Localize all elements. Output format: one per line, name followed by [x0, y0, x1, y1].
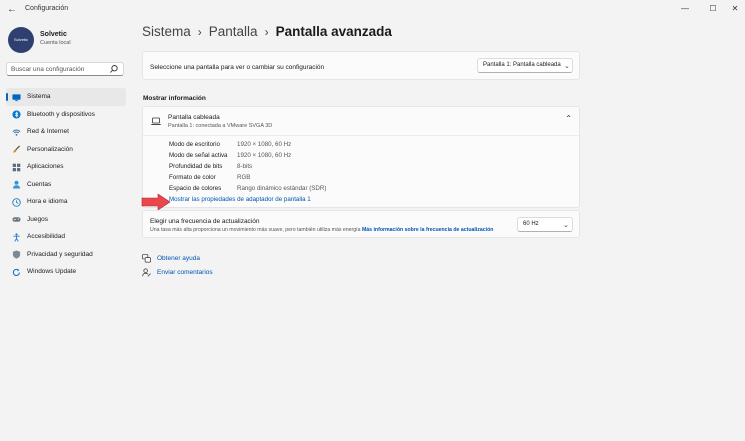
- refresh-rate-title: Elegir una frecuencia de actualización: [150, 218, 260, 225]
- brush-icon: [13, 145, 21, 153]
- info-key: Modo de escritorio: [169, 141, 220, 148]
- update-icon: [12, 268, 21, 276]
- sidebar-item-windows-update[interactable]: Windows Update: [6, 263, 126, 281]
- info-key: Formato de color: [169, 174, 216, 181]
- info-value: 8-bits: [237, 163, 253, 170]
- display-select-card: Seleccione una pantalla para ver o cambi…: [142, 51, 580, 80]
- chevron-down-icon: ⌄: [563, 222, 569, 229]
- bluetooth-icon: [12, 110, 21, 119]
- info-key: Espacio de colores: [169, 185, 222, 192]
- info-key: Profundidad de bits: [169, 163, 223, 170]
- user-name: Solvetic: [40, 31, 67, 38]
- sidebar-item-label: Privacidad y seguridad: [27, 250, 93, 258]
- title-bar: ← Configuración — ☐ ✕: [0, 0, 745, 20]
- refresh-rate-card: Elegir una frecuencia de actualización U…: [142, 210, 580, 238]
- breadcrumb: Sistema › Pantalla › Pantalla avanzada: [142, 24, 392, 39]
- sidebar-item-label: Bluetooth y dispositivos: [27, 110, 95, 118]
- sidebar-item-red[interactable]: Red & Internet: [6, 123, 126, 141]
- feedback-icon: [142, 268, 151, 277]
- sidebar-item-personalizacion[interactable]: Personalización: [6, 141, 126, 159]
- search-icon[interactable]: [109, 64, 119, 74]
- monitor-icon: [12, 93, 21, 101]
- avatar[interactable]: Solvetic: [8, 27, 34, 53]
- sidebar-item-label: Sistema: [27, 93, 51, 100]
- sidebar-item-sistema[interactable]: Sistema: [6, 88, 126, 106]
- refresh-rate-value: 60 Hz: [523, 221, 539, 227]
- gamepad-icon: [12, 217, 21, 222]
- minimize-icon[interactable]: —: [677, 3, 693, 15]
- info-value: 1920 × 1080, 60 Hz: [237, 152, 292, 159]
- info-value: 1920 × 1080, 60 Hz: [237, 141, 292, 148]
- breadcrumb-pantalla[interactable]: Pantalla: [209, 24, 258, 39]
- wifi-icon: [12, 129, 21, 136]
- accessibility-icon: [13, 232, 20, 242]
- breadcrumb-sistema[interactable]: Sistema: [142, 24, 191, 39]
- display-title: Pantalla cableada: [168, 114, 220, 121]
- globe-clock-icon: [12, 197, 21, 207]
- chevron-up-icon[interactable]: ⌃: [565, 114, 572, 123]
- breadcrumb-separator: ›: [197, 25, 202, 39]
- sidebar-item-hora[interactable]: Hora e idioma: [6, 193, 126, 211]
- info-value: RGB: [237, 174, 251, 181]
- search-box[interactable]: [6, 62, 124, 76]
- sidebar-item-label: Hora e idioma: [27, 198, 68, 205]
- maximize-icon[interactable]: ☐: [705, 3, 721, 15]
- adapter-properties-link[interactable]: Mostrar las propiedades de adaptador de …: [169, 196, 311, 203]
- display-subtitle: Pantalla 1: conectada a VMware SVGA 3D: [168, 123, 273, 129]
- refresh-rate-info-link[interactable]: Más información sobre la frecuencia de a…: [362, 227, 493, 233]
- red-arrow-icon: [141, 193, 171, 211]
- apps-icon: [12, 163, 21, 171]
- sidebar-item-privacidad[interactable]: Privacidad y seguridad: [6, 246, 126, 264]
- refresh-rate-dropdown[interactable]: 60 Hz ⌄: [517, 217, 573, 232]
- sidebar-item-label: Accesibilidad: [27, 233, 65, 240]
- page-title: Pantalla avanzada: [275, 24, 392, 39]
- close-icon[interactable]: ✕: [727, 3, 743, 15]
- sidebar-item-cuentas[interactable]: Cuentas: [6, 176, 126, 194]
- shield-icon: [12, 250, 21, 259]
- chevron-down-icon: ⌄: [564, 63, 570, 70]
- back-arrow-icon[interactable]: ←: [6, 4, 18, 16]
- send-feedback-label[interactable]: Enviar comentarios: [157, 269, 213, 276]
- sidebar-item-juegos[interactable]: Juegos: [6, 211, 126, 229]
- app-title: Configuración: [25, 5, 69, 12]
- breadcrumb-separator: ›: [264, 25, 269, 39]
- sidebar-item-label: Cuentas: [27, 180, 52, 188]
- sidebar-item-label: Aplicaciones: [27, 163, 64, 170]
- display-dropdown-value: Pantalla 1: Pantalla cableada: [483, 62, 561, 68]
- divider: [143, 135, 579, 136]
- sidebar-nav: Sistema Bluetooth y dispositivos Red & I…: [6, 88, 126, 281]
- refresh-rate-description-text: Una tasa más alta proporciona un movimie…: [150, 227, 361, 233]
- section-title: Mostrar información: [143, 95, 206, 102]
- refresh-rate-description: Una tasa más alta proporciona un movimie…: [150, 227, 493, 233]
- sidebar-item-aplicaciones[interactable]: Aplicaciones: [6, 158, 126, 176]
- help-chat-icon: [142, 254, 151, 263]
- sidebar-item-accesibilidad[interactable]: Accesibilidad: [6, 228, 126, 246]
- sidebar-item-bluetooth[interactable]: Bluetooth y dispositivos: [6, 106, 126, 124]
- sidebar-item-label: Red & Internet: [27, 128, 69, 135]
- laptop-icon: [151, 117, 161, 125]
- sidebar-item-label: Personalización: [27, 145, 73, 153]
- display-info-card: Pantalla cableada Pantalla 1: conectada …: [142, 106, 580, 208]
- sidebar-item-label: Juegos: [27, 215, 48, 223]
- person-icon: [12, 180, 21, 189]
- account-type: Cuenta local: [40, 40, 71, 46]
- sidebar-item-label: Windows Update: [27, 268, 77, 275]
- get-help-label[interactable]: Obtener ayuda: [157, 255, 200, 262]
- info-value: Rango dinámico estándar (SDR): [237, 185, 327, 192]
- display-dropdown[interactable]: Pantalla 1: Pantalla cableada ⌄: [477, 58, 573, 73]
- display-select-label: Seleccione una pantalla para ver o cambi…: [150, 64, 325, 71]
- info-key: Modo de señal activa: [169, 152, 228, 159]
- search-input[interactable]: [11, 64, 107, 74]
